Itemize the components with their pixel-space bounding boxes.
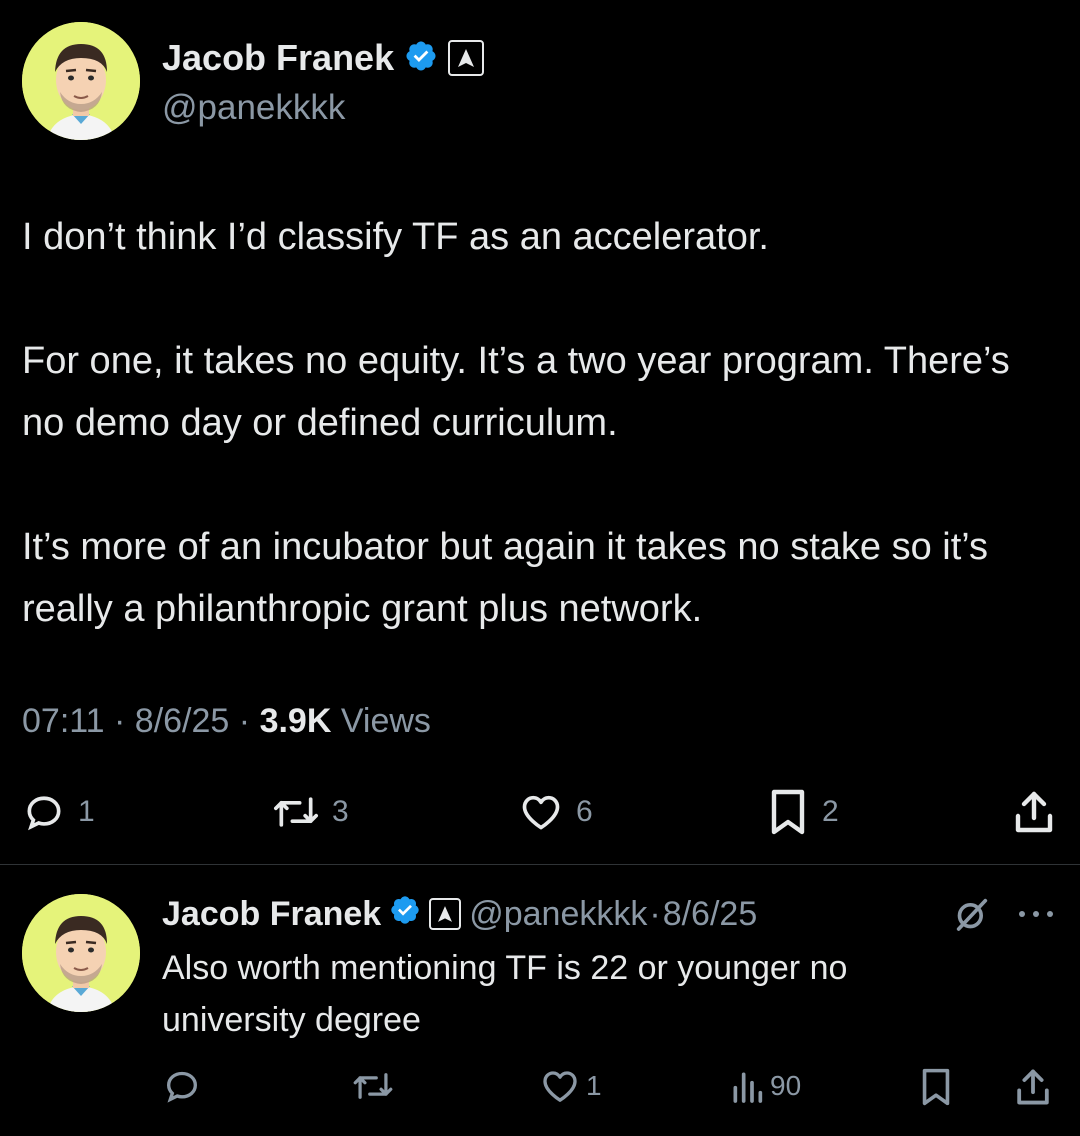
like-icon	[518, 790, 564, 834]
share-icon	[1012, 788, 1056, 836]
reply-views-button[interactable]: 90	[730, 1066, 801, 1106]
more-icon	[1014, 911, 1058, 930]
reply-repost-button[interactable]	[352, 1066, 400, 1106]
reply-reply-button[interactable]	[162, 1066, 208, 1106]
affiliate-icon[interactable]	[448, 40, 485, 76]
meta-separator: ·	[238, 702, 251, 740]
views-count: 3.9K	[259, 702, 332, 740]
reply-author-handle[interactable]: @panekkkk	[469, 895, 647, 934]
author-row: Jacob Franek	[162, 36, 485, 80]
reply-bookmark-button[interactable]	[918, 1066, 954, 1108]
meta-separator: ·	[649, 894, 661, 933]
tweet-time[interactable]: 07:11	[22, 702, 105, 740]
reply-author-name[interactable]: Jacob Franek	[162, 895, 381, 934]
repost-icon	[272, 790, 320, 834]
verified-badge-icon[interactable]	[404, 39, 438, 78]
like-icon	[540, 1066, 580, 1106]
reply-like-button[interactable]: 1	[540, 1066, 602, 1106]
views-icon	[730, 1066, 764, 1106]
bookmark-count: 2	[822, 795, 839, 828]
like-count: 6	[576, 795, 593, 828]
share-icon	[1014, 1066, 1052, 1108]
share-button[interactable]	[1012, 788, 1056, 836]
more-button[interactable]	[1014, 902, 1058, 926]
divider	[0, 864, 1080, 865]
affiliate-icon[interactable]	[429, 898, 462, 930]
reply-count: 1	[78, 795, 95, 828]
bookmark-icon	[766, 788, 810, 836]
reply-icon	[162, 1066, 202, 1106]
author-handle[interactable]: @panekkkk	[162, 88, 345, 128]
reply-like-count: 1	[586, 1070, 602, 1101]
tweet-meta: 07:11 · 8/6/25 · 3.9K Views	[22, 702, 431, 741]
grok-icon	[952, 898, 992, 938]
reply-button[interactable]: 1	[22, 790, 95, 834]
grok-button[interactable]	[952, 894, 992, 934]
verified-badge-icon[interactable]	[389, 894, 421, 935]
reply-author-row: Jacob Franek @panekkkk · 8/6/25	[162, 892, 757, 936]
repost-button[interactable]: 3	[272, 790, 349, 834]
reply-date[interactable]: 8/6/25	[663, 895, 758, 934]
reply-avatar[interactable]	[22, 894, 140, 1012]
author-name[interactable]: Jacob Franek	[162, 37, 394, 79]
reply-views-count: 90	[770, 1070, 802, 1101]
like-button[interactable]: 6	[518, 790, 593, 834]
reply-icon	[22, 790, 66, 834]
bookmark-button[interactable]: 2	[766, 788, 839, 836]
tweet-date[interactable]: 8/6/25	[135, 702, 230, 740]
avatar[interactable]	[22, 22, 140, 140]
reply-text: Also worth mentioning TF is 22 or younge…	[162, 949, 848, 1039]
reply-share-button[interactable]	[1014, 1066, 1052, 1108]
views-label: Views	[340, 702, 431, 740]
meta-separator: ·	[114, 702, 126, 740]
repost-count: 3	[332, 795, 349, 828]
bookmark-icon	[918, 1066, 954, 1108]
tweet-text: I don’t think I’d classify TF as an acce…	[22, 216, 1010, 630]
repost-icon	[352, 1066, 394, 1106]
